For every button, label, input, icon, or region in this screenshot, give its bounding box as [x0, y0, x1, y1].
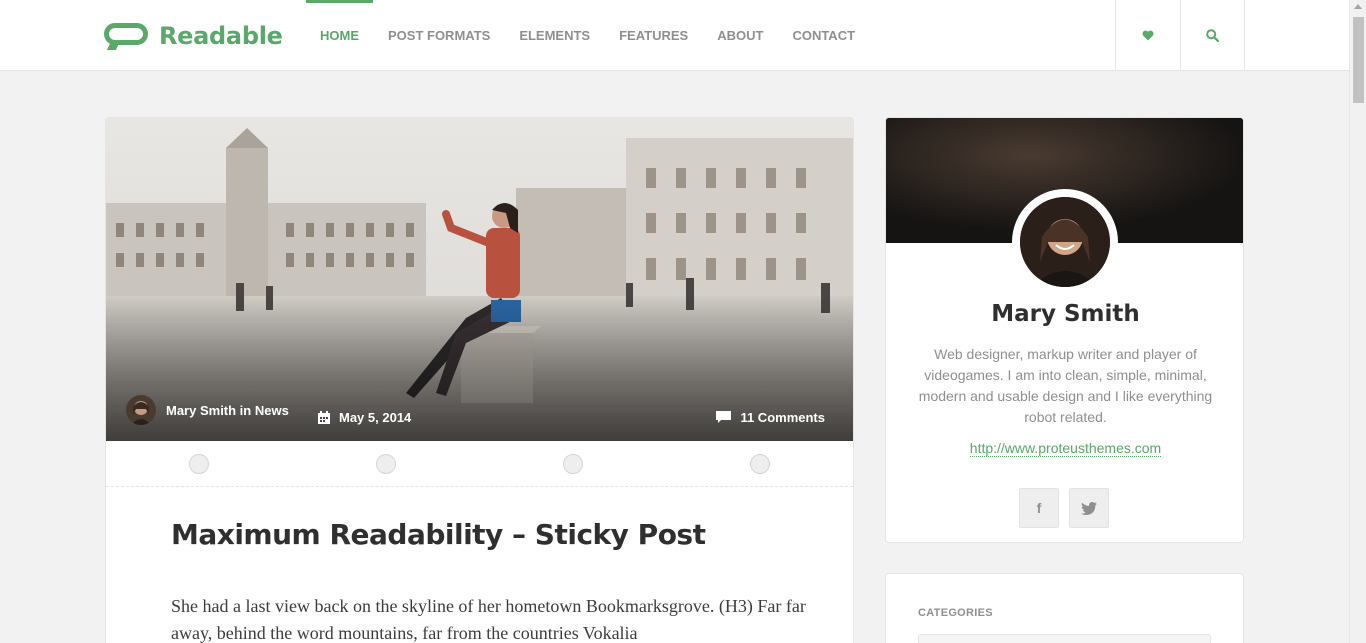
- speech-bubble-icon: [104, 21, 150, 51]
- scroll-up-arrow-icon[interactable]: [1354, 4, 1362, 9]
- post-excerpt: She had a last view back on the skyline …: [171, 596, 806, 643]
- indicator-dot[interactable]: [189, 454, 209, 474]
- nav-item-home[interactable]: HOME: [306, 0, 373, 71]
- scrollbar-thumb[interactable]: [1353, 17, 1364, 103]
- post-author-meta: Mary Smith in News: [126, 395, 289, 425]
- profile-bio: Web designer, markup writer and player o…: [918, 346, 1213, 425]
- main-nav: HOME POST FORMATS ELEMENTS FEATURES ABOU…: [306, 0, 870, 71]
- nav-item-elements[interactable]: ELEMENTS: [505, 0, 604, 71]
- favorites-button[interactable]: [1115, 0, 1180, 71]
- site-name: Readable: [159, 22, 283, 50]
- post-date: May 5, 2014: [318, 410, 411, 425]
- profile-name: Mary Smith: [991, 301, 1140, 327]
- about-me-widget: Mary Smith Web designer, markup writer a…: [885, 117, 1244, 543]
- nav-item-about[interactable]: ABOUT: [703, 0, 777, 71]
- nav-item-post-formats[interactable]: POST FORMATS: [374, 0, 504, 71]
- author-avatar[interactable]: [126, 395, 156, 425]
- categories-title: CATEGORIES: [918, 607, 993, 619]
- profile-avatar: [1012, 189, 1118, 295]
- post-comments-link[interactable]: 11 Comments: [716, 410, 825, 425]
- post-date-text[interactable]: May 5, 2014: [339, 410, 411, 425]
- twitter-icon: [1081, 501, 1097, 515]
- categories-select[interactable]: [918, 634, 1211, 643]
- indicator-dot[interactable]: [563, 454, 583, 474]
- site-header: Readable HOME POST FORMATS ELEMENTS FEAT…: [0, 0, 1349, 71]
- facebook-icon: f: [1036, 500, 1042, 516]
- comments-count: 11 Comments: [740, 410, 825, 425]
- search-button[interactable]: [1180, 0, 1245, 71]
- post-title[interactable]: Maximum Readability – Sticky Post: [171, 518, 706, 551]
- sticky-post-card: Mary Smith in News May 5, 2014 11 Commen…: [105, 117, 854, 643]
- categories-widget: CATEGORIES: [885, 573, 1244, 643]
- post-featured-image[interactable]: Mary Smith in News May 5, 2014 11 Commen…: [106, 118, 853, 441]
- search-icon: [1206, 29, 1219, 42]
- nav-item-contact[interactable]: CONTACT: [778, 0, 869, 71]
- nav-item-features[interactable]: FEATURES: [605, 0, 702, 71]
- profile-website-link[interactable]: http://www.proteusthemes.com: [969, 440, 1162, 457]
- profile-website: http://www.proteusthemes.com: [886, 440, 1243, 457]
- author-category-link[interactable]: Mary Smith in News: [166, 403, 289, 418]
- social-links: f: [1019, 488, 1119, 528]
- calendar-icon: [318, 411, 330, 424]
- facebook-button[interactable]: f: [1019, 488, 1059, 528]
- indicator-dot[interactable]: [376, 454, 396, 474]
- comment-icon: [716, 411, 732, 424]
- indicator-dot[interactable]: [750, 454, 770, 474]
- site-logo[interactable]: Readable: [104, 20, 283, 52]
- twitter-button[interactable]: [1069, 488, 1109, 528]
- post-format-indicators: [106, 441, 853, 487]
- heart-icon: [1142, 30, 1154, 41]
- page-scrollbar[interactable]: [1349, 0, 1366, 643]
